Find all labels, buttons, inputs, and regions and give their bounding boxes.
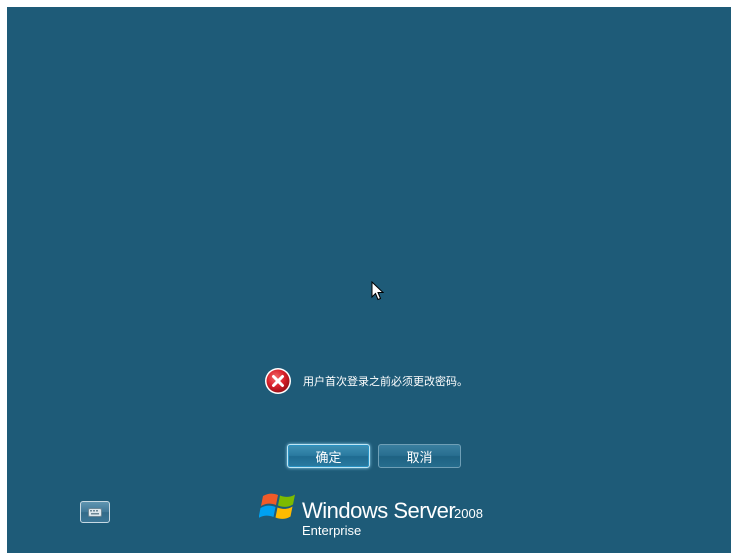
product-version: 2008	[454, 506, 483, 521]
ok-button[interactable]: 确定	[287, 444, 370, 468]
error-message: 用户首次登录之前必须更改密码。	[264, 366, 468, 396]
error-message-text: 用户首次登录之前必须更改密码。	[303, 375, 468, 388]
error-icon	[265, 368, 291, 394]
ease-of-access-button[interactable]	[80, 501, 110, 523]
windows-flag-icon	[259, 493, 295, 519]
cancel-button[interactable]: 取消	[378, 444, 461, 468]
logon-screen: 用户首次登录之前必须更改密码。 确定 取消 Windows Server 200…	[7, 7, 731, 553]
mouse-pointer-icon	[371, 281, 385, 301]
windows-server-logo: Windows Server 2008 Enterprise	[259, 486, 499, 542]
keyboard-icon	[88, 508, 102, 517]
product-edition: Enterprise	[302, 523, 362, 538]
product-name: Windows Server	[302, 498, 456, 523]
